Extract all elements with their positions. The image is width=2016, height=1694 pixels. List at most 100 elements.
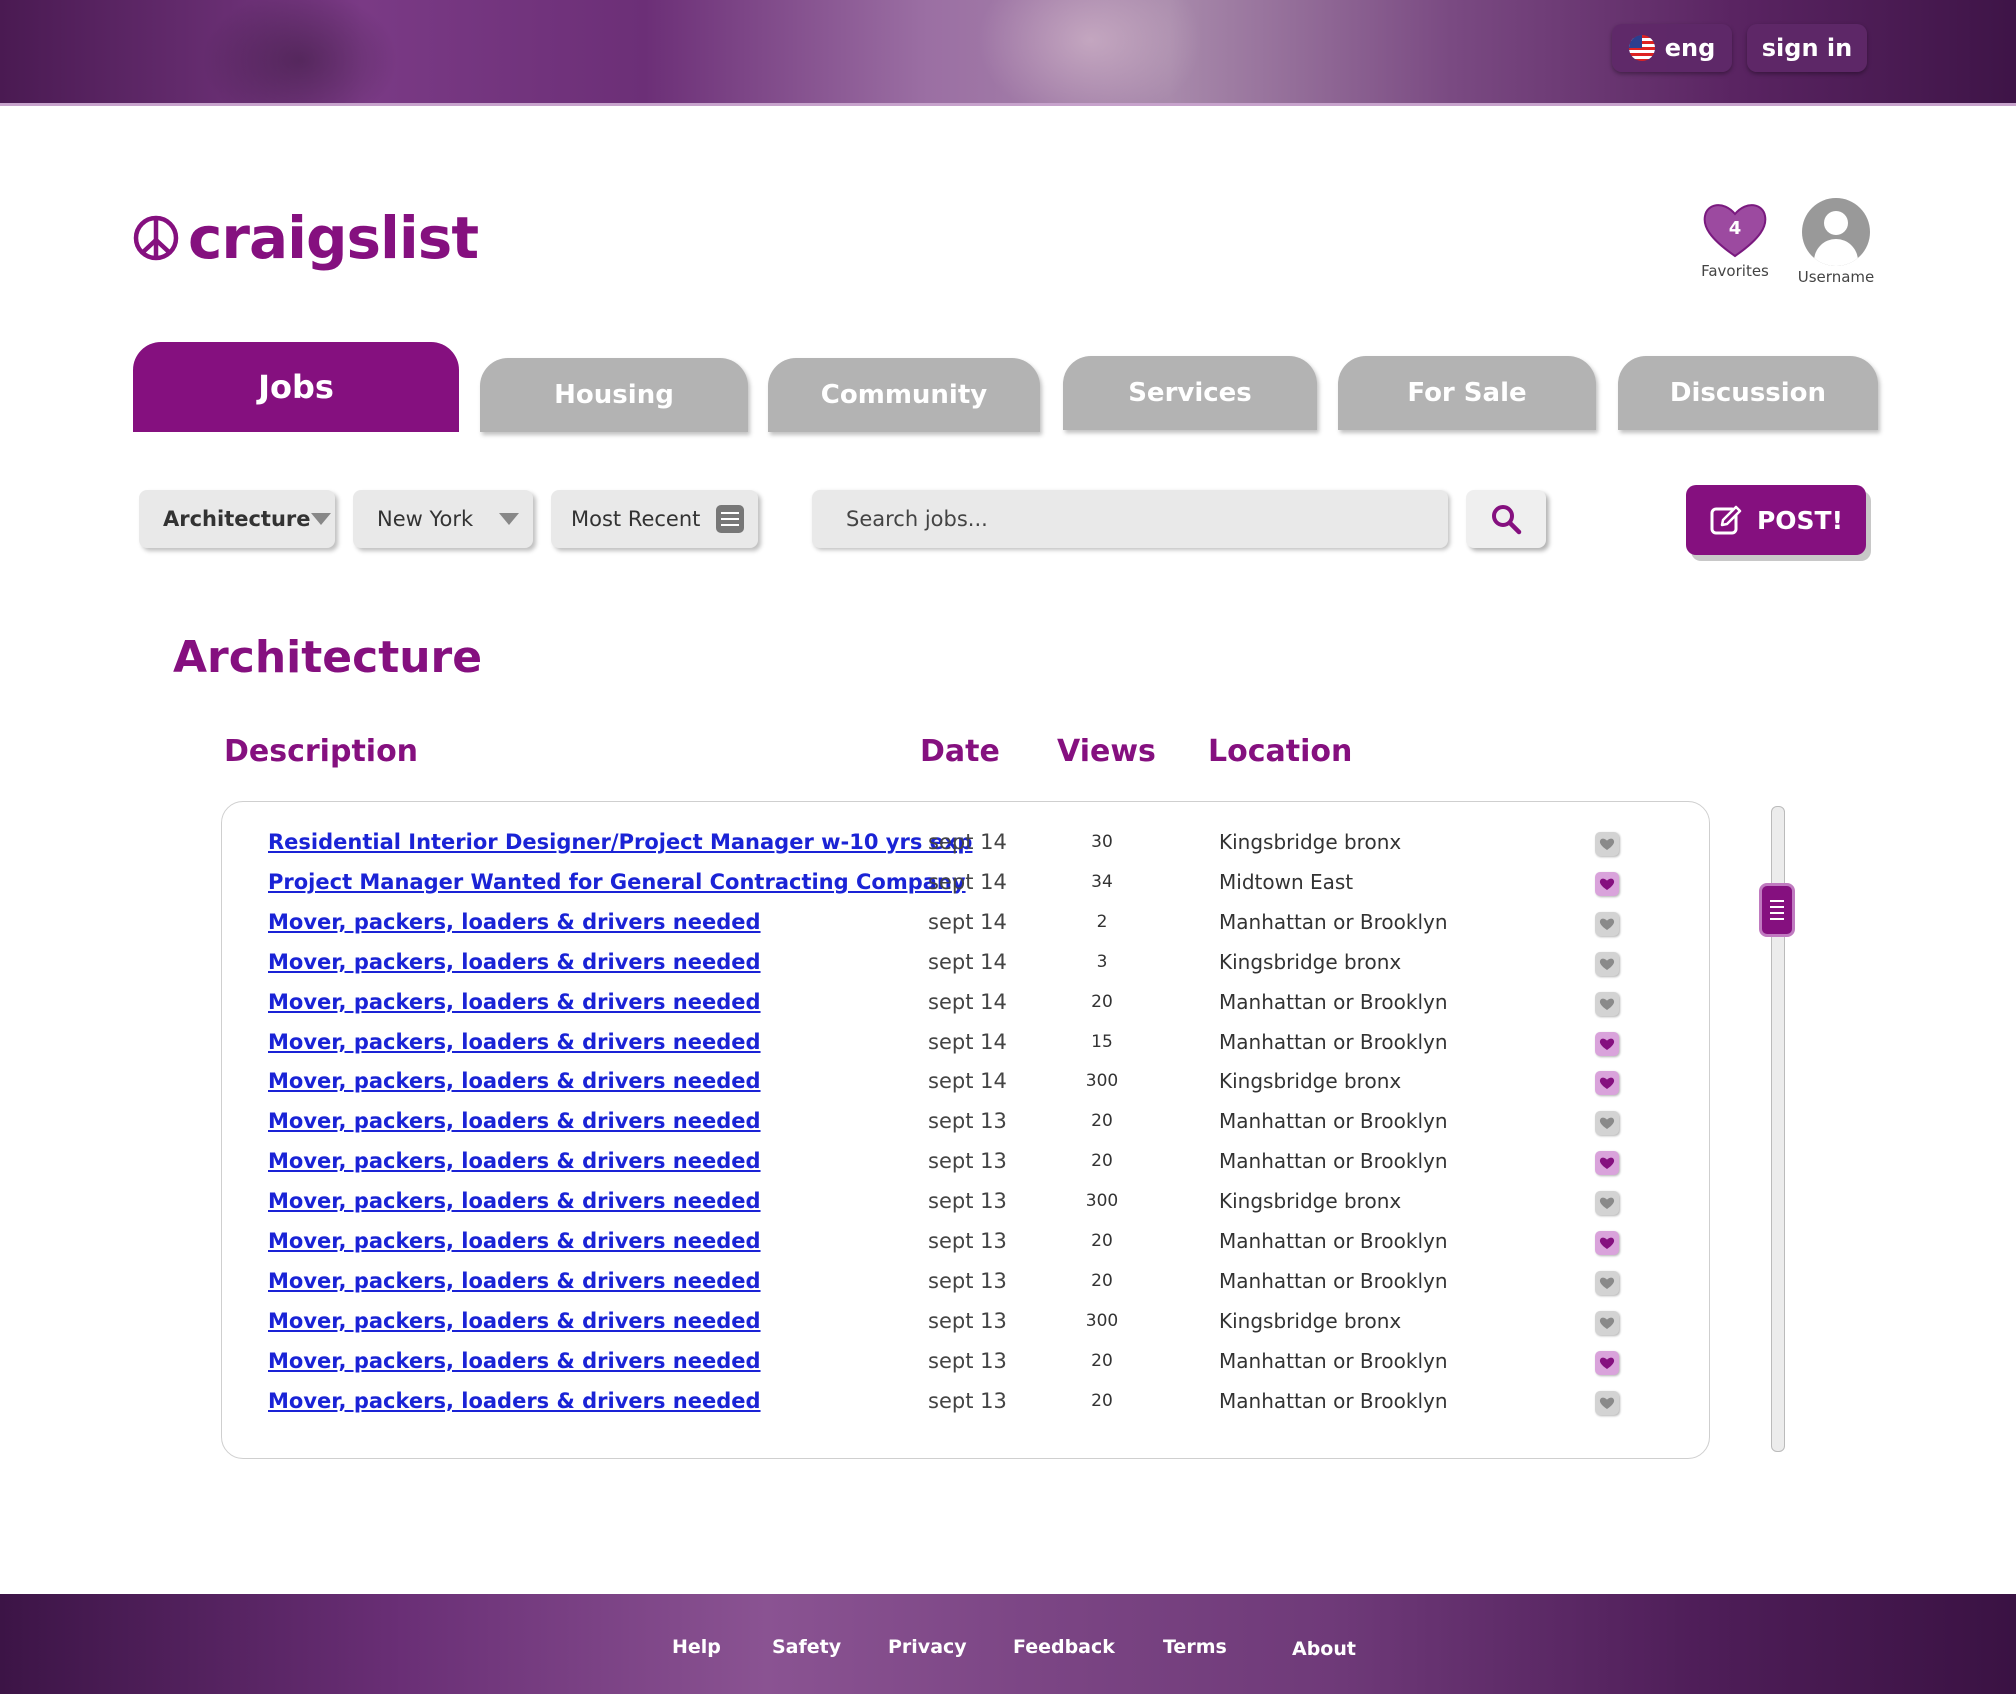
favorite-toggle[interactable] <box>1595 1071 1619 1096</box>
listing-title-link[interactable]: Mover, packers, loaders & drivers needed <box>268 1349 761 1373</box>
footer-link-privacy[interactable]: Privacy <box>888 1636 967 1658</box>
favorite-toggle[interactable] <box>1595 832 1619 856</box>
footer-link-feedback[interactable]: Feedback <box>1013 1636 1115 1658</box>
favorite-toggle[interactable] <box>1595 911 1619 936</box>
listing-date: sept 13 <box>928 1348 1007 1373</box>
listing-location: Kingsbridge bronx <box>1219 1308 1402 1333</box>
listing-title-link[interactable]: Mover, packers, loaders & drivers needed <box>268 1389 761 1413</box>
listing-date: sept 14 <box>928 989 1007 1014</box>
language-label: eng <box>1664 34 1716 62</box>
heart-icon <box>1599 1316 1615 1330</box>
favorite-toggle[interactable] <box>1595 1191 1619 1216</box>
user-avatar-icon <box>1802 198 1870 266</box>
footer-link-about[interactable]: About <box>1292 1638 1356 1660</box>
search-input[interactable] <box>812 490 1448 548</box>
listing-title-link[interactable]: Mover, packers, loaders & drivers needed <box>268 910 761 934</box>
tab-for-sale[interactable]: For Sale <box>1338 356 1596 430</box>
table-row: Mover, packers, loaders & drivers needed… <box>222 1063 1709 1103</box>
search-button[interactable] <box>1466 490 1546 548</box>
favorite-toggle[interactable] <box>1595 1350 1619 1375</box>
tab-community[interactable]: Community <box>768 358 1040 432</box>
listing-location: Kingsbridge bronx <box>1219 830 1402 854</box>
tab-label: For Sale <box>1407 378 1527 408</box>
listing-title-link[interactable]: Residential Interior Designer/Project Ma… <box>268 830 972 854</box>
listing-date: sept 14 <box>928 909 1007 934</box>
listing-date: sept 14 <box>928 1069 1007 1094</box>
user-profile-button[interactable]: Username <box>1796 198 1876 286</box>
chevron-down-icon <box>310 513 331 525</box>
favorite-toggle[interactable] <box>1595 1231 1619 1255</box>
search-icon <box>1492 505 1522 535</box>
city-select[interactable]: New York <box>353 490 533 548</box>
favorite-toggle[interactable] <box>1595 1151 1619 1176</box>
sort-select[interactable]: Most Recent <box>551 490 758 548</box>
table-row: Mover, packers, loaders & drivers needed… <box>222 1103 1709 1143</box>
listing-location: Manhattan or Brooklyn <box>1219 909 1448 934</box>
heart-icon <box>1599 997 1615 1011</box>
favorites-label: Favorites <box>1701 262 1769 280</box>
category-select[interactable]: Architecture <box>139 490 335 548</box>
table-row: Mover, packers, loaders & drivers needed… <box>222 1223 1709 1263</box>
listing-title-link[interactable]: Mover, packers, loaders & drivers needed <box>268 1189 761 1213</box>
heart-icon <box>1599 877 1615 891</box>
listing-location: Manhattan or Brooklyn <box>1219 1388 1448 1413</box>
category-select-value: Architecture <box>163 507 311 531</box>
table-row: Mover, packers, loaders & drivers needed… <box>222 1383 1709 1423</box>
post-button[interactable]: POST! <box>1686 485 1866 555</box>
listing-title-link[interactable]: Mover, packers, loaders & drivers needed <box>268 1229 761 1253</box>
tab-housing[interactable]: Housing <box>480 358 748 432</box>
favorite-toggle[interactable] <box>1595 951 1619 976</box>
sign-in-button[interactable]: sign in <box>1747 24 1867 72</box>
listing-title-link[interactable]: Mover, packers, loaders & drivers needed <box>268 1149 761 1173</box>
favorite-toggle[interactable] <box>1595 1310 1619 1335</box>
favorite-toggle[interactable] <box>1595 991 1619 1016</box>
listing-date: sept 14 <box>928 869 1007 894</box>
listing-location: Manhattan or Brooklyn <box>1219 1229 1448 1253</box>
favorite-toggle[interactable] <box>1595 1390 1619 1415</box>
listing-location: Kingsbridge bronx <box>1219 949 1402 974</box>
listing-title-link[interactable]: Mover, packers, loaders & drivers needed <box>268 1309 761 1333</box>
heart-icon <box>1599 1116 1615 1130</box>
favorite-toggle[interactable] <box>1595 1111 1619 1136</box>
listing-location: Kingsbridge bronx <box>1219 1189 1402 1214</box>
listing-title-link[interactable]: Project Manager Wanted for General Contr… <box>268 870 966 894</box>
listing-title-link[interactable]: Mover, packers, loaders & drivers needed <box>268 990 761 1014</box>
listing-date: sept 13 <box>928 1189 1007 1214</box>
tab-discussion[interactable]: Discussion <box>1618 356 1878 430</box>
listing-views: 34 <box>1091 871 1113 892</box>
listing-title-link[interactable]: Mover, packers, loaders & drivers needed <box>268 1069 761 1093</box>
craigslist-logo[interactable]: craigslist <box>132 204 479 272</box>
listing-title-link[interactable]: Mover, packers, loaders & drivers needed <box>268 950 761 974</box>
favorite-toggle[interactable] <box>1595 871 1619 896</box>
favorite-toggle[interactable] <box>1595 1031 1619 1056</box>
scrollbar-thumb[interactable] <box>1759 883 1795 937</box>
listing-date: sept 14 <box>928 1029 1007 1054</box>
listing-views: 3 <box>1096 951 1108 972</box>
heart-icon <box>1599 1037 1615 1051</box>
listing-date: sept 13 <box>928 1149 1007 1174</box>
footer-link-help[interactable]: Help <box>672 1636 721 1658</box>
tab-label: Jobs <box>258 368 334 406</box>
favorite-toggle[interactable] <box>1595 1270 1619 1295</box>
tab-jobs[interactable]: Jobs <box>133 342 459 432</box>
column-header-description: Description <box>224 734 419 769</box>
brand-name: craigslist <box>188 204 479 272</box>
footer-link-safety[interactable]: Safety <box>772 1636 841 1658</box>
heart-icon <box>1599 1196 1615 1210</box>
listing-location: Manhattan or Brooklyn <box>1219 989 1448 1014</box>
language-selector[interactable]: eng <box>1612 24 1732 72</box>
listing-location: Manhattan or Brooklyn <box>1219 1348 1448 1373</box>
tab-services[interactable]: Services <box>1063 356 1317 430</box>
listing-location: Manhattan or Brooklyn <box>1219 1109 1448 1134</box>
listing-title-link[interactable]: Mover, packers, loaders & drivers needed <box>268 1269 761 1293</box>
listing-views: 2 <box>1096 911 1108 932</box>
sliders-icon <box>716 505 744 533</box>
listing-date: sept 13 <box>928 1109 1007 1134</box>
listing-title-link[interactable]: Mover, packers, loaders & drivers needed <box>268 1030 761 1054</box>
listing-title-link[interactable]: Mover, packers, loaders & drivers needed <box>268 1109 761 1133</box>
heart-icon <box>1599 1396 1615 1410</box>
favorites-button[interactable]: 4 Favorites <box>1698 198 1772 280</box>
listing-views: 20 <box>1091 1350 1113 1371</box>
table-row: Mover, packers, loaders & drivers needed… <box>222 1143 1709 1183</box>
footer-link-terms[interactable]: Terms <box>1163 1636 1227 1658</box>
